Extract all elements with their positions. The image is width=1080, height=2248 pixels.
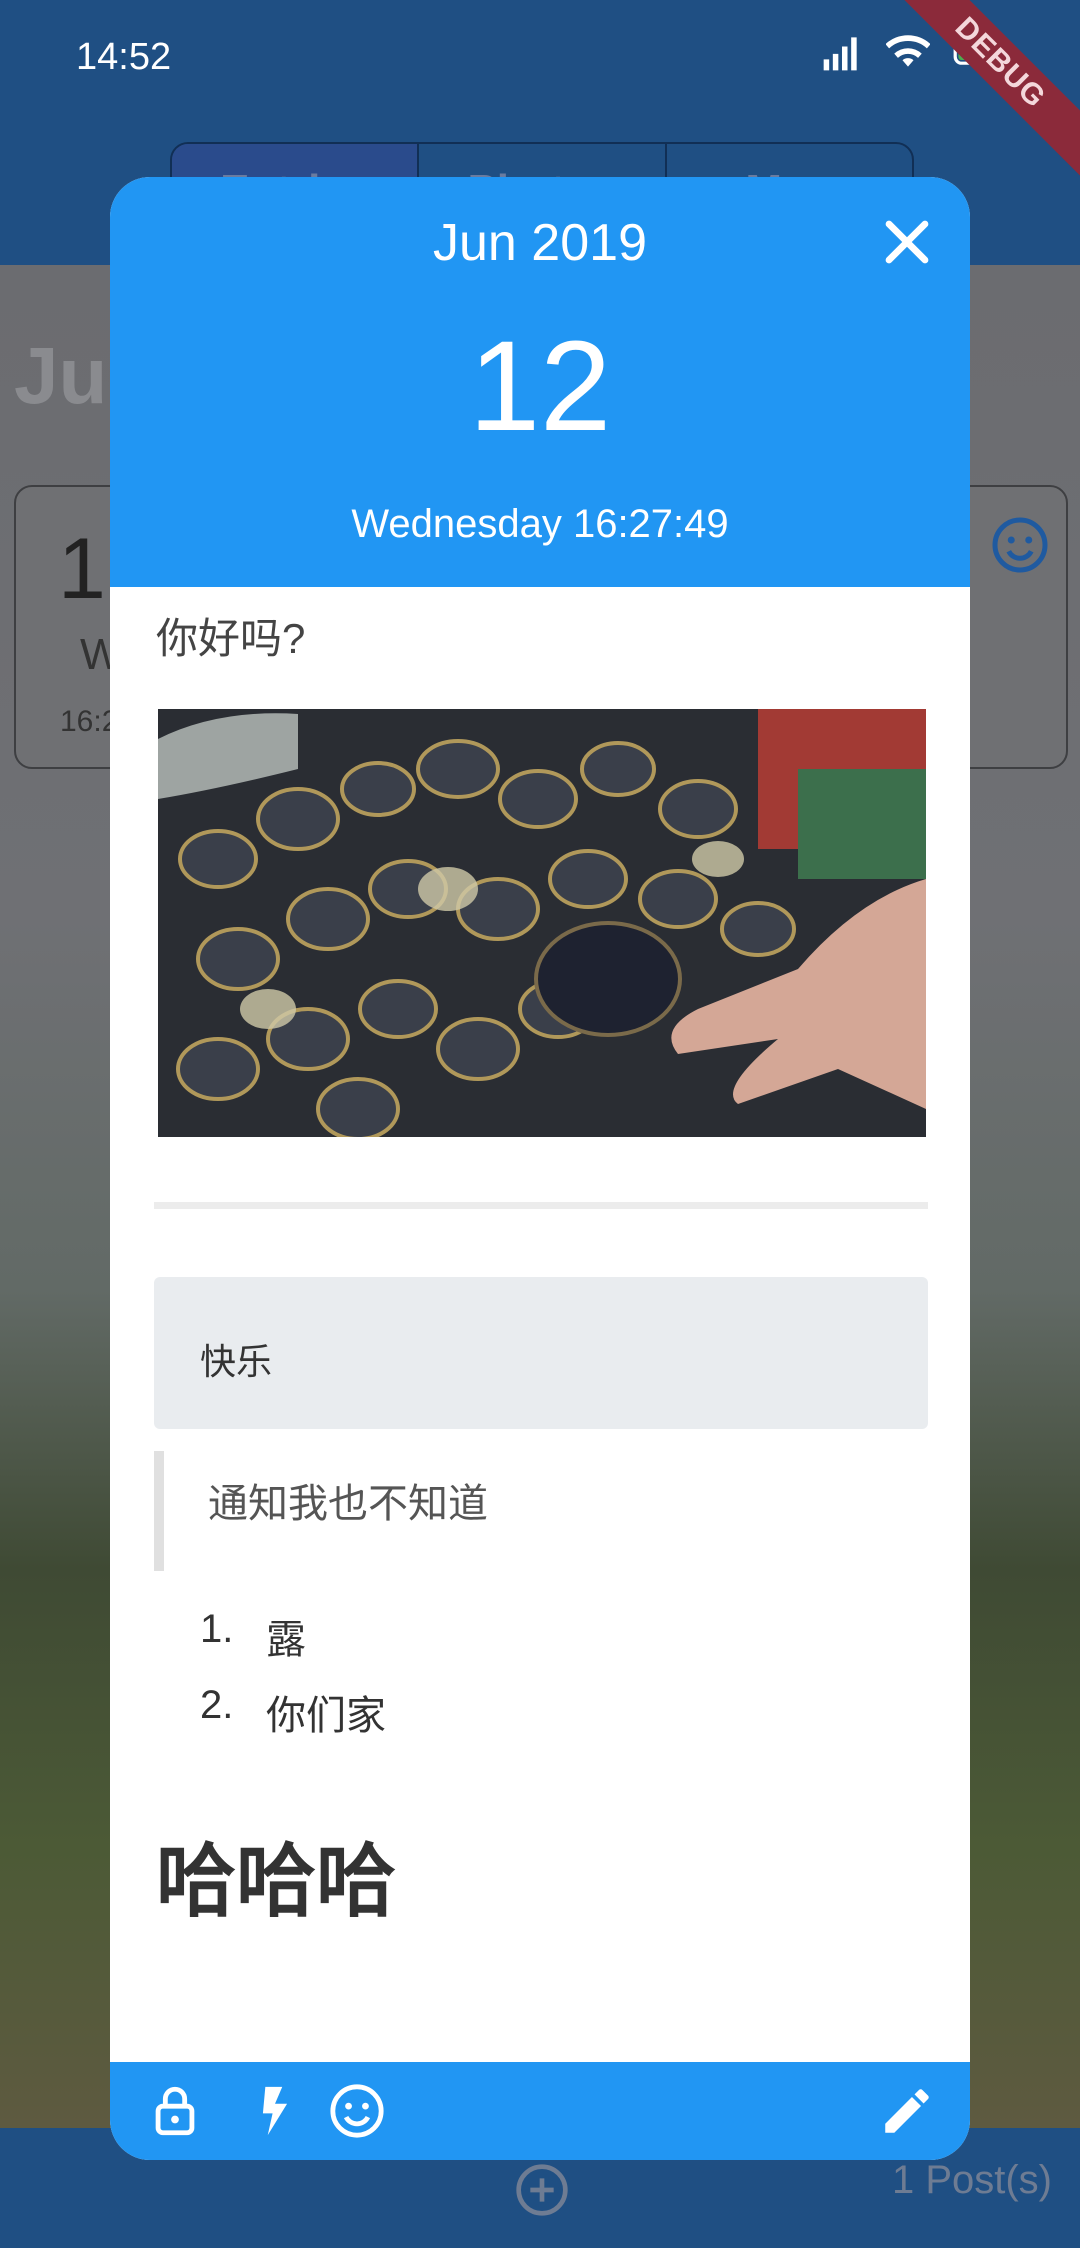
divider — [154, 1202, 928, 1209]
code-block: 快乐 — [154, 1277, 928, 1429]
day-number: 12 — [468, 315, 612, 458]
flash-icon[interactable] — [246, 2082, 304, 2140]
list-item-number: 2. — [200, 1683, 234, 1727]
entry-title: 你好吗? — [156, 615, 306, 662]
blockquote: 通知我也不知道 — [154, 1451, 938, 1571]
edit-icon[interactable] — [878, 2082, 936, 2140]
dialog-header: Jun 2019 12 Wednesday 16:27:49 — [110, 177, 970, 587]
status-bar: 14:52 75 — [0, 0, 1080, 110]
ordered-list: 1. 露 2. 你们家 — [200, 1607, 386, 1759]
dialog-action-bar — [110, 2062, 970, 2160]
list-item-number: 1. — [200, 1607, 234, 1651]
list-item: 1. 露 — [200, 1607, 386, 1683]
list-item-text: 露 — [266, 1618, 306, 1662]
month-year-label: Jun 2019 — [433, 214, 647, 272]
add-circle-icon — [516, 2164, 568, 2216]
list-item: 2. 你们家 — [200, 1683, 386, 1759]
weekday-time-label: Wednesday 16:27:49 — [351, 502, 729, 546]
wifi-icon — [886, 35, 930, 67]
signal-icon — [823, 37, 857, 71]
blockquote-text: 通知我也不知道 — [208, 1482, 488, 1526]
entry-detail-dialog: Jun 2019 12 Wednesday 16:27:49 你好吗? 快乐 通… — [110, 177, 970, 2160]
close-icon[interactable] — [880, 215, 934, 269]
entry-photo[interactable] — [158, 709, 926, 1137]
code-block-text: 快乐 — [200, 1341, 273, 1382]
list-item-text: 你们家 — [266, 1694, 386, 1738]
lock-icon[interactable] — [146, 2082, 204, 2140]
entry-heading: 哈哈哈 — [156, 1837, 396, 1926]
status-time: 14:52 — [76, 36, 172, 78]
post-count: 1 Post(s) — [891, 2158, 1052, 2202]
smiley-icon[interactable] — [328, 2082, 386, 2140]
background-smiley-icon — [992, 517, 1048, 573]
